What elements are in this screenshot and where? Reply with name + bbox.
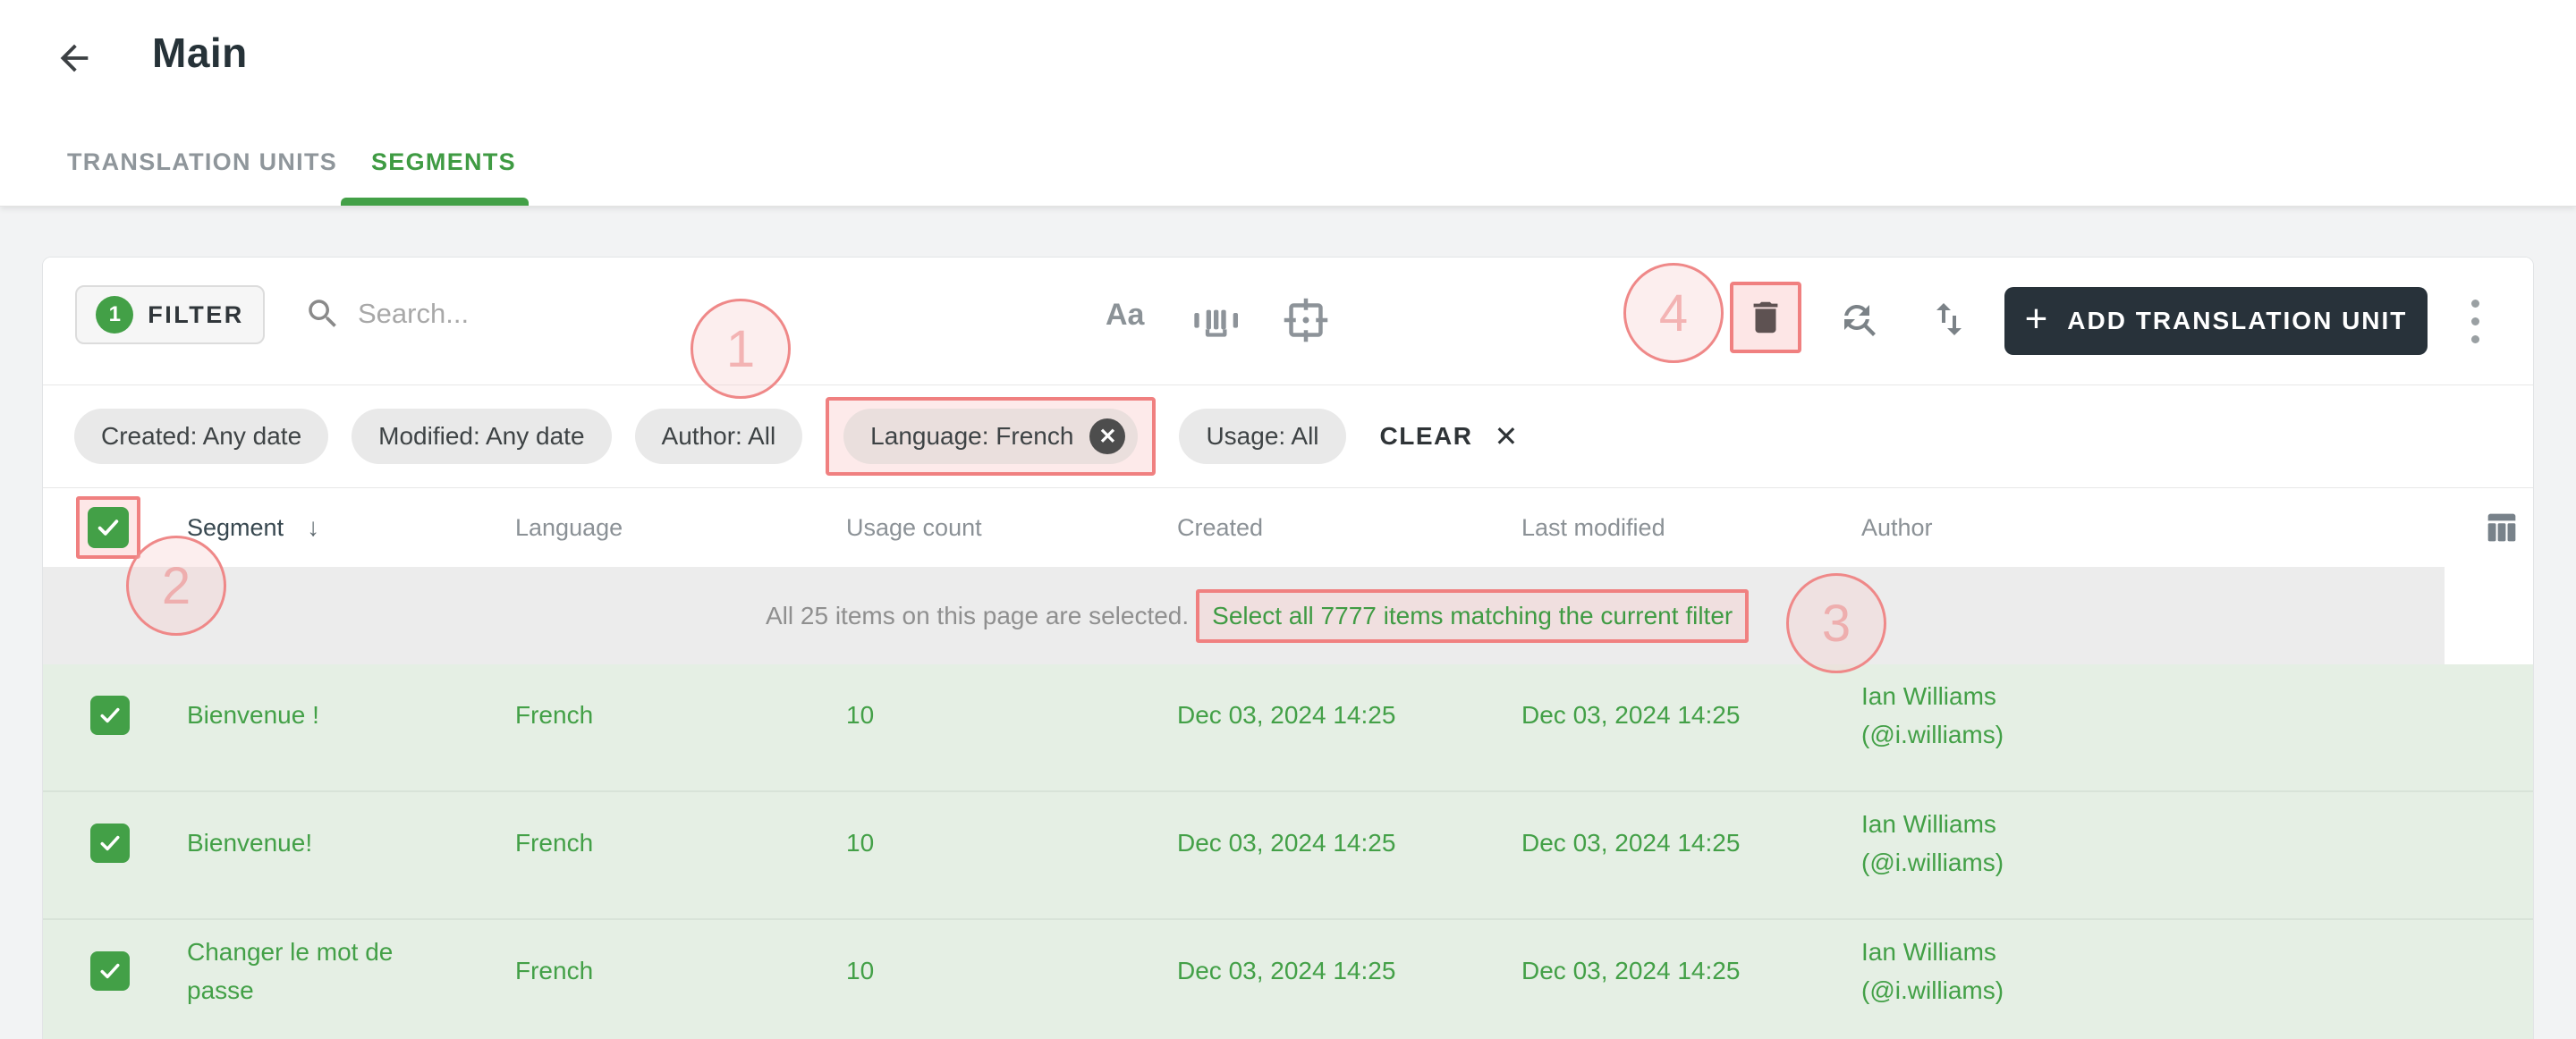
cell-segment: Changer le mot de passe — [187, 937, 394, 1004]
cell-usage: 10 — [846, 700, 875, 729]
author-name: Ian Williams — [1861, 681, 1996, 710]
selection-frame-icon[interactable] — [1283, 297, 1329, 348]
page-title: Main — [152, 30, 248, 76]
toolbar: 1 FILTER Aa + — [43, 258, 2533, 385]
whole-word-icon[interactable] — [1191, 304, 1246, 344]
sort-icon[interactable] — [1928, 298, 1970, 345]
column-header-created[interactable]: Created — [1177, 514, 1521, 542]
add-button-label: ADD TRANSLATION UNIT — [2067, 307, 2408, 334]
cell-segment: Bienvenue ! — [187, 701, 319, 730]
author-handle: (@i.williams) — [1861, 848, 2004, 876]
column-header-usage[interactable]: Usage count — [846, 514, 1177, 542]
cell-modified: Dec 03, 2024 14:25 — [1521, 828, 1741, 857]
table-row[interactable]: Changer le mot de passe French 10 Dec 03… — [43, 920, 2533, 1039]
cell-segment: Bienvenue! — [187, 829, 313, 857]
cell-author: Ian Williams (@i.williams) — [1861, 805, 2533, 882]
cell-author: Ian Williams (@i.williams) — [1861, 677, 2533, 754]
selection-banner-content: All 25 items on this page are selected. … — [766, 567, 1750, 664]
select-all-annotation-box — [76, 496, 140, 559]
search-input[interactable] — [358, 298, 823, 330]
cell-created: Dec 03, 2024 14:25 — [1177, 700, 1396, 729]
select-all-link-annotation-box: Select all 7777 items matching the curre… — [1196, 588, 1750, 643]
author-handle: (@i.williams) — [1861, 720, 2004, 748]
author-handle: (@i.williams) — [1861, 976, 2004, 1004]
cell-author: Ian Williams (@i.williams) — [1861, 933, 2533, 1009]
page-header: Main TRANSLATION UNITS SEGMENTS — [0, 0, 2576, 207]
column-header-language[interactable]: Language — [515, 514, 846, 542]
cell-created: Dec 03, 2024 14:25 — [1177, 828, 1396, 857]
clear-filters-button[interactable]: CLEAR ✕ — [1380, 419, 1519, 453]
back-arrow-icon — [60, 44, 89, 72]
clear-x-icon: ✕ — [1494, 420, 1519, 452]
tab-translation-units[interactable]: TRANSLATION UNITS — [67, 148, 337, 176]
filter-button-label: FILTER — [148, 300, 244, 328]
select-all-matching-link[interactable]: Select all 7777 items matching the curre… — [1212, 602, 1733, 629]
row-checkbox[interactable] — [90, 695, 130, 735]
cell-language: French — [515, 956, 594, 984]
language-chip-annotation-box: Language: French ✕ — [826, 397, 1157, 476]
filter-count-badge: 1 — [96, 296, 134, 334]
filter-chips-row: Created: Any date Modified: Any date Aut… — [43, 385, 2533, 488]
plus-icon: + — [2024, 297, 2048, 341]
delete-annotation-box — [1730, 282, 1801, 353]
select-all-checkbox[interactable] — [88, 507, 129, 548]
search-icon — [309, 300, 336, 327]
segments-card: 1 FILTER Aa + — [42, 257, 2534, 1039]
add-translation-unit-button[interactable]: + ADD TRANSLATION UNIT — [2004, 287, 2428, 355]
author-name: Ian Williams — [1861, 937, 1996, 966]
column-header-segment[interactable]: Segment ↓ — [187, 513, 515, 542]
cell-language: French — [515, 700, 594, 729]
row-checkbox[interactable] — [90, 823, 130, 863]
chip-remove-icon[interactable]: ✕ — [1089, 418, 1126, 454]
chip-author[interactable]: Author: All — [634, 409, 803, 464]
sort-arrow-icon: ↓ — [307, 513, 320, 541]
table-row[interactable]: Bienvenue! French 10 Dec 03, 2024 14:25 … — [43, 792, 2533, 920]
filter-button[interactable]: 1 FILTER — [75, 285, 265, 344]
column-settings-icon[interactable] — [2481, 507, 2522, 553]
chip-modified[interactable]: Modified: Any date — [352, 409, 612, 464]
back-button[interactable] — [52, 36, 97, 80]
selection-banner: All 25 items on this page are selected. … — [43, 567, 2533, 664]
table-header: Segment ↓ Language Usage count Created L… — [43, 488, 2533, 567]
table-body: Bienvenue ! French 10 Dec 03, 2024 14:25… — [43, 664, 2533, 1039]
cell-created: Dec 03, 2024 14:25 — [1177, 956, 1396, 984]
cell-modified: Dec 03, 2024 14:25 — [1521, 956, 1741, 984]
tab-segments[interactable]: SEGMENTS — [371, 148, 516, 176]
cell-usage: 10 — [846, 828, 875, 857]
kebab-menu-icon[interactable] — [2459, 281, 2491, 361]
cell-language: French — [515, 828, 594, 857]
tab-label: TRANSLATION UNITS — [67, 148, 338, 175]
tab-label: SEGMENTS — [371, 148, 516, 175]
clear-label: CLEAR — [1379, 422, 1473, 450]
author-name: Ian Williams — [1861, 809, 1996, 838]
cell-modified: Dec 03, 2024 14:25 — [1521, 700, 1741, 729]
match-case-icon[interactable]: Aa — [1106, 298, 1144, 333]
table-row[interactable]: Bienvenue ! French 10 Dec 03, 2024 14:25… — [43, 664, 2533, 792]
column-header-author[interactable]: Author — [1861, 514, 2533, 542]
column-header-modified[interactable]: Last modified — [1521, 514, 1861, 542]
selection-banner-message: All 25 items on this page are selected. — [766, 601, 1190, 629]
cell-usage: 10 — [846, 956, 875, 984]
app-screen: Main TRANSLATION UNITS SEGMENTS 1 FILTER… — [0, 0, 2576, 1039]
chip-created[interactable]: Created: Any date — [74, 409, 329, 464]
chip-usage[interactable]: Usage: All — [1179, 409, 1346, 464]
search-field — [304, 295, 823, 333]
find-replace-icon[interactable] — [1837, 298, 1880, 345]
active-tab-indicator — [341, 198, 529, 206]
chip-language[interactable]: Language: French ✕ — [843, 409, 1139, 464]
row-checkbox[interactable] — [90, 950, 130, 991]
delete-icon[interactable] — [1745, 297, 1786, 338]
